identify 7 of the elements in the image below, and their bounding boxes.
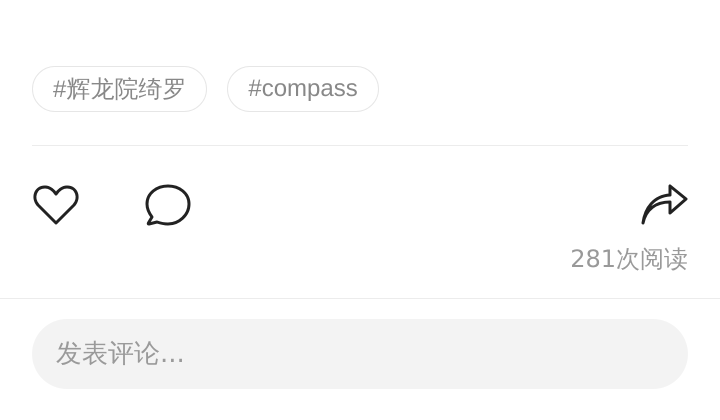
read-count: 281次阅读: [570, 244, 688, 275]
topic-tag[interactable]: #辉龙院绮罗: [32, 66, 208, 112]
share-icon[interactable]: [640, 183, 688, 227]
heart-icon[interactable]: [32, 183, 80, 227]
topic-tag[interactable]: #compass: [227, 66, 379, 112]
comment-field[interactable]: 发表评论...: [32, 319, 688, 389]
comment-icon[interactable]: [144, 183, 192, 227]
